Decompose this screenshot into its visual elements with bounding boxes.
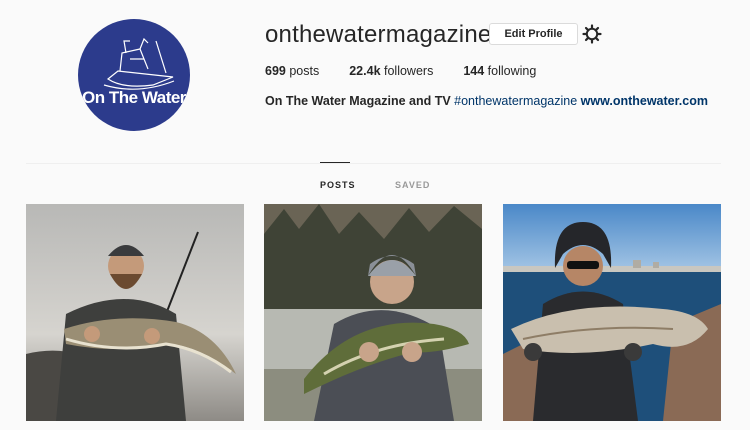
post-thumbnail[interactable] [26, 204, 244, 421]
following-count: 144 [463, 64, 485, 78]
post-thumbnail[interactable] [503, 204, 721, 421]
avatar-logo-text: On The Water [82, 88, 186, 107]
posts-count: 699 [265, 64, 286, 78]
post-thumbnail[interactable] [264, 204, 482, 421]
following-label: following [487, 64, 537, 78]
bio-full-name: On The Water Magazine and TV [265, 94, 451, 108]
profile-bio: On The Water Magazine and TV #onthewater… [265, 94, 708, 108]
followers-stat[interactable]: 22.4k followers [349, 64, 433, 78]
profile-stats: 699 posts 22.4k followers 144 following [265, 64, 566, 78]
boat-logo-icon [103, 37, 175, 90]
post-photo-image [26, 204, 244, 421]
gear-icon[interactable] [582, 24, 602, 44]
profile-username: onthewatermagazine [265, 21, 492, 48]
active-tab-indicator [320, 162, 350, 163]
edit-profile-button[interactable]: Edit Profile [489, 23, 578, 45]
tab-saved[interactable]: SAVED [395, 180, 430, 190]
bio-hashtag-link[interactable]: #onthewatermagazine [454, 94, 577, 108]
tabs-divider [26, 163, 721, 164]
followers-count: 22.4k [349, 64, 381, 78]
tab-posts[interactable]: POSTS [320, 180, 356, 190]
post-photo-image [264, 204, 482, 421]
followers-label: followers [384, 64, 434, 78]
following-stat[interactable]: 144 following [463, 64, 536, 78]
posts-label: posts [289, 64, 320, 78]
posts-stat: 699 posts [265, 64, 319, 78]
bio-website-link[interactable]: www.onthewater.com [581, 94, 708, 108]
profile-avatar[interactable]: On The Water [78, 19, 190, 131]
post-photo-image [503, 204, 721, 421]
